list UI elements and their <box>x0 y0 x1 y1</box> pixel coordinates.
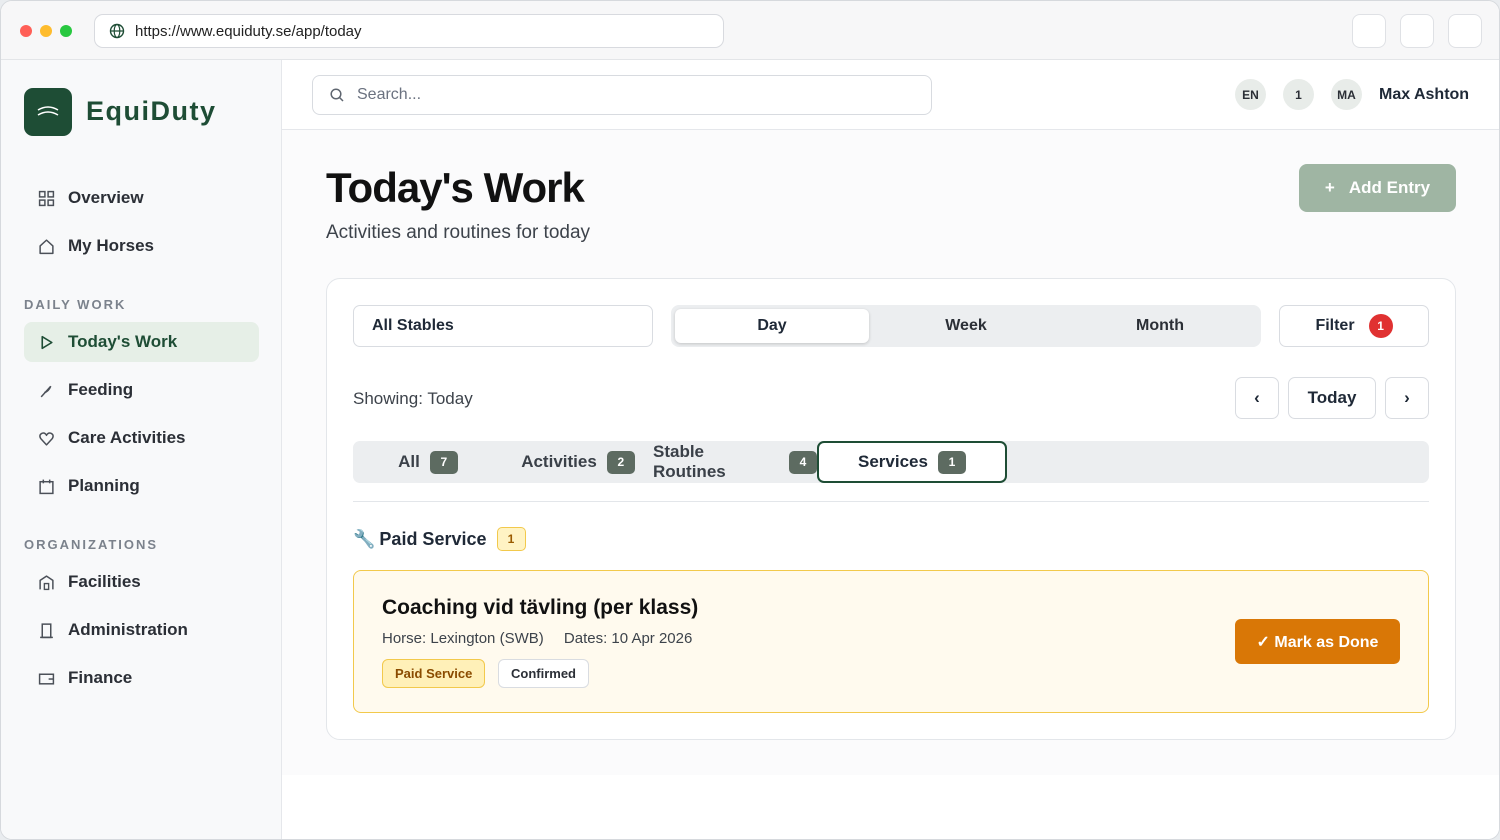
browser-extension-button[interactable] <box>1352 14 1386 48</box>
notifications-badge[interactable]: 1 <box>1283 79 1314 110</box>
page-subtitle: Activities and routines for today <box>326 222 591 243</box>
section-heading-organizations: ORGANIZATIONS <box>24 537 159 552</box>
sidebar-item-label: Today's Work <box>68 332 178 351</box>
filter-count-badge: 1 <box>1368 314 1393 338</box>
tab-count-badge: 1 <box>937 450 966 474</box>
close-window-button[interactable] <box>20 25 32 37</box>
stable-select[interactable]: All Stables <box>353 305 653 347</box>
sidebar-item-overview[interactable]: Overview <box>24 178 259 218</box>
sidebar-item-care-activities[interactable]: Care Activities <box>24 418 259 458</box>
sidebar-item-administration[interactable]: Administration <box>24 610 259 650</box>
heart-icon <box>37 429 55 447</box>
add-entry-button[interactable]: + Add Entry <box>1299 164 1456 212</box>
language-switcher[interactable]: EN <box>1235 79 1266 110</box>
sidebar-item-label: Feeding <box>68 380 134 399</box>
avatar[interactable]: MA <box>1331 79 1362 110</box>
main-content: Today's Work Activities and routines for… <box>282 130 1499 775</box>
tab-count-badge: 7 <box>429 450 458 474</box>
user-name[interactable]: Max Ashton <box>1379 86 1469 104</box>
address-bar[interactable]: https://www.equiduty.se/app/today <box>94 14 724 48</box>
showing-label: Showing: Today <box>353 389 473 408</box>
browser-menu-button[interactable] <box>1448 14 1482 48</box>
group-title: Paid Service <box>379 528 487 549</box>
tab-services[interactable]: Services 1 <box>817 441 1007 483</box>
sidebar-item-label: Planning <box>68 476 140 495</box>
feather-icon <box>37 381 55 399</box>
door-icon <box>37 621 55 639</box>
horse-logo-icon <box>37 106 59 116</box>
status-badge: Confirmed <box>498 659 589 688</box>
today-button[interactable]: Today <box>1288 377 1376 419</box>
sidebar-item-facilities[interactable]: Facilities <box>24 562 259 602</box>
search-box[interactable] <box>312 75 932 115</box>
tab-label: Services <box>858 452 928 471</box>
globe-icon <box>109 23 125 39</box>
group-header-paid-service: 🔧 Paid Service 1 <box>353 527 526 551</box>
page-title: Today's Work <box>326 164 585 211</box>
sidebar-item-label: Overview <box>68 188 144 207</box>
sidebar-item-label: My Horses <box>68 236 154 255</box>
wrench-icon: 🔧 <box>353 528 376 549</box>
address-url: https://www.equiduty.se/app/today <box>135 22 362 40</box>
search-icon <box>330 88 344 102</box>
sidebar-item-todays-work[interactable]: Today's Work <box>24 322 259 362</box>
logo-mark[interactable] <box>24 88 72 136</box>
tab-activities[interactable]: Activities 2 <box>503 441 653 483</box>
plus-icon: + <box>1324 178 1335 197</box>
tab-all[interactable]: All 7 <box>353 441 503 483</box>
previous-day-button[interactable]: ‹ <box>1235 377 1279 419</box>
divider <box>353 501 1429 502</box>
tab-label: All <box>398 452 420 471</box>
tab-label: Activities <box>521 452 597 471</box>
sidebar: EquiDuty Overview My Horses DAILY WORK T… <box>1 60 282 839</box>
entry-horse: Horse: Lexington (SWB) <box>382 630 544 647</box>
entry-meta: Horse: Lexington (SWB) Dates: 10 Apr 202… <box>382 630 692 647</box>
sidebar-item-planning[interactable]: Planning <box>24 466 259 506</box>
tab-stable-routines[interactable]: Stable Routines 4 <box>653 441 817 483</box>
browser-toolbar: https://www.equiduty.se/app/today <box>1 1 1499 60</box>
tab-count-badge: 2 <box>606 450 635 474</box>
logo-text: EquiDuty <box>86 96 217 126</box>
filter-button[interactable]: Filter 1 <box>1279 305 1429 347</box>
next-day-button[interactable]: › <box>1385 377 1429 419</box>
entry-title: Coaching vid tävling (per klass) <box>382 596 699 619</box>
group-count-badge: 1 <box>496 527 526 551</box>
wallet-icon <box>37 669 55 687</box>
page-footer-space <box>282 775 1499 839</box>
sidebar-item-label: Facilities <box>68 572 141 591</box>
search-input[interactable] <box>357 86 917 104</box>
sidebar-item-feeding[interactable]: Feeding <box>24 370 259 410</box>
service-entry-card[interactable]: Coaching vid tävling (per klass) Horse: … <box>353 570 1429 713</box>
category-tabs: All 7 Activities 2 Stable Routines 4 Ser… <box>353 441 1429 483</box>
top-header: EN 1 MA Max Ashton <box>282 60 1499 130</box>
filter-label: Filter <box>1315 317 1355 334</box>
home-icon <box>37 237 55 255</box>
sidebar-item-finance[interactable]: Finance <box>24 658 259 698</box>
sidebar-item-label: Administration <box>68 620 188 639</box>
sidebar-item-label: Care Activities <box>68 428 186 447</box>
entry-dates: Dates: 10 Apr 2026 <box>563 630 693 647</box>
minimize-window-button[interactable] <box>40 25 52 37</box>
play-icon <box>37 333 55 351</box>
view-month-button[interactable]: Month <box>1063 309 1257 343</box>
building-icon <box>37 573 55 591</box>
tab-label: Stable Routines <box>653 442 726 481</box>
mark-as-done-button[interactable]: ✓ Mark as Done <box>1235 619 1400 664</box>
work-card: All Stables Day Week Month Filter 1 Show… <box>326 278 1456 740</box>
section-heading-daily-work: DAILY WORK <box>24 297 127 312</box>
view-week-button[interactable]: Week <box>869 309 1063 343</box>
sidebar-item-my-horses[interactable]: My Horses <box>24 226 259 266</box>
view-day-button[interactable]: Day <box>675 309 869 343</box>
paid-service-tag: Paid Service <box>382 659 486 688</box>
tab-count-badge: 4 <box>789 450 817 474</box>
sidebar-item-label: Finance <box>68 668 133 687</box>
grid-icon <box>37 189 55 207</box>
browser-share-button[interactable] <box>1400 14 1434 48</box>
browser-window: https://www.equiduty.se/app/today EquiDu… <box>0 0 1500 840</box>
calendar-icon <box>37 477 55 495</box>
maximize-window-button[interactable] <box>60 25 72 37</box>
add-entry-label: Add Entry <box>1348 178 1431 197</box>
view-switcher: Day Week Month <box>671 305 1261 347</box>
